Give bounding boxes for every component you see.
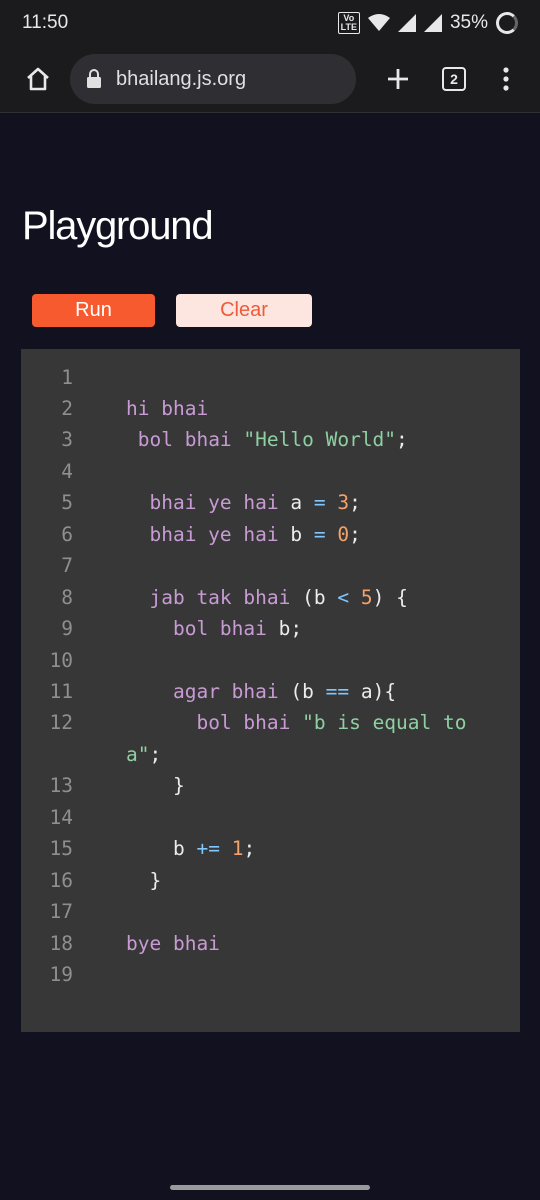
line-number: 12 — [49, 711, 73, 734]
code-number: 5 — [360, 586, 373, 609]
code-text: a — [290, 491, 303, 514]
code-line-8: jab tak bhai (b < 5) { — [126, 582, 408, 613]
line-number: 11 — [49, 680, 73, 703]
code-string: "b is equal to — [302, 711, 467, 734]
line-number: 3 — [61, 428, 73, 451]
more-vert-icon — [503, 67, 509, 91]
new-tab-button[interactable] — [378, 59, 418, 99]
line-number: 18 — [49, 932, 73, 955]
url-text: bhailang.js.org — [116, 67, 247, 90]
code-keyword: hi bhai — [126, 397, 209, 420]
code-operator: = — [313, 523, 326, 546]
code-keyword: agar bhai — [172, 680, 279, 703]
line-number: 7 — [61, 554, 73, 577]
signal-icon-2 — [423, 14, 442, 32]
wifi-icon — [367, 14, 390, 31]
line-number: 17 — [49, 900, 73, 923]
clear-button[interactable]: Clear — [176, 294, 312, 327]
code-keyword: bol bhai — [196, 711, 291, 734]
code-operator: < — [337, 586, 350, 609]
page-title: Playground — [22, 204, 214, 248]
code-operator: += — [196, 837, 220, 860]
code-keyword: bhai ye hai — [149, 491, 279, 514]
status-time: 11:50 — [22, 12, 69, 33]
battery-percent: 35% — [449, 12, 488, 33]
code-number: 3 — [337, 491, 350, 514]
code-line-18: bye bhai — [126, 928, 220, 959]
code-text: b; — [278, 617, 303, 640]
tab-switcher-button[interactable]: 2 — [434, 59, 474, 99]
line-number: 14 — [49, 806, 73, 829]
code-text: ; — [349, 523, 361, 546]
line-number: 6 — [61, 523, 73, 546]
code-text: (b — [302, 586, 326, 609]
line-number: 9 — [61, 617, 73, 640]
code-keyword: bye bhai — [126, 932, 220, 955]
code-line-12: bol bhai "b is equal to — [126, 707, 467, 738]
code-line-15: b += 1; — [126, 833, 255, 864]
code-text: b — [172, 837, 185, 860]
code-line-16: } — [126, 865, 161, 896]
code-string: a" — [126, 743, 150, 766]
code-text: } — [172, 774, 185, 797]
code-text: ; — [349, 491, 361, 514]
code-keyword: bol bhai — [137, 428, 232, 451]
code-number: 1 — [231, 837, 244, 860]
run-button[interactable]: Run — [32, 294, 155, 327]
code-text: ; — [396, 428, 408, 451]
home-icon[interactable] — [18, 59, 58, 99]
code-line-6: bhai ye hai b = 0; — [126, 519, 361, 550]
code-keyword: bol bhai — [172, 617, 267, 640]
code-line-2: hi bhai — [126, 393, 208, 424]
code-number: 0 — [337, 523, 350, 546]
volte-icon: Vo LTE — [337, 12, 360, 34]
code-text: b — [290, 523, 303, 546]
line-number: 4 — [61, 460, 73, 483]
code-string: "Hello World" — [243, 428, 397, 451]
signal-icon — [397, 14, 416, 32]
code-text: } — [149, 869, 162, 892]
line-number: 5 — [61, 491, 73, 514]
browser-toolbar: bhailang.js.org 2 — [0, 46, 540, 113]
gesture-nav-bar[interactable] — [170, 1185, 370, 1190]
code-keyword: jab tak bhai — [149, 586, 291, 609]
plus-icon — [388, 69, 408, 89]
status-icons: Vo LTE 35% — [337, 12, 518, 34]
line-number: 10 — [49, 649, 73, 672]
more-menu-button[interactable] — [486, 59, 526, 99]
tabs-icon: 2 — [442, 67, 466, 91]
code-line-11: agar bhai (b == a){ — [126, 676, 396, 707]
code-line-9: bol bhai b; — [126, 613, 302, 644]
code-text: a){ — [360, 680, 397, 703]
status-bar: 11:50 Vo LTE 35% — [0, 0, 540, 46]
line-number: 19 — [49, 963, 73, 986]
line-number: 8 — [61, 586, 73, 609]
line-number: 13 — [49, 774, 73, 797]
code-operator: == — [325, 680, 350, 703]
code-line-13: } — [126, 770, 185, 801]
lock-icon — [86, 69, 102, 89]
battery-icon — [496, 12, 518, 34]
line-number: 15 — [49, 837, 73, 860]
code-text: ; — [243, 837, 256, 860]
code-line-3: bol bhai "Hello World"; — [126, 424, 408, 455]
address-bar[interactable]: bhailang.js.org — [70, 54, 356, 104]
line-number: 2 — [61, 397, 73, 420]
code-text: ) { — [372, 586, 408, 609]
code-keyword: bhai ye hai — [149, 523, 279, 546]
code-operator: = — [313, 491, 326, 514]
code-text: ; — [149, 743, 162, 766]
code-text: (b — [290, 680, 314, 703]
line-number: 16 — [49, 869, 73, 892]
code-line-12-wrap: a"; — [126, 739, 161, 770]
line-number: 1 — [61, 366, 73, 389]
code-line-5: bhai ye hai a = 3; — [126, 487, 361, 518]
code-editor[interactable]: 1 2 3 4 5 6 7 8 9 10 11 12 13 14 15 16 1… — [21, 349, 520, 1032]
